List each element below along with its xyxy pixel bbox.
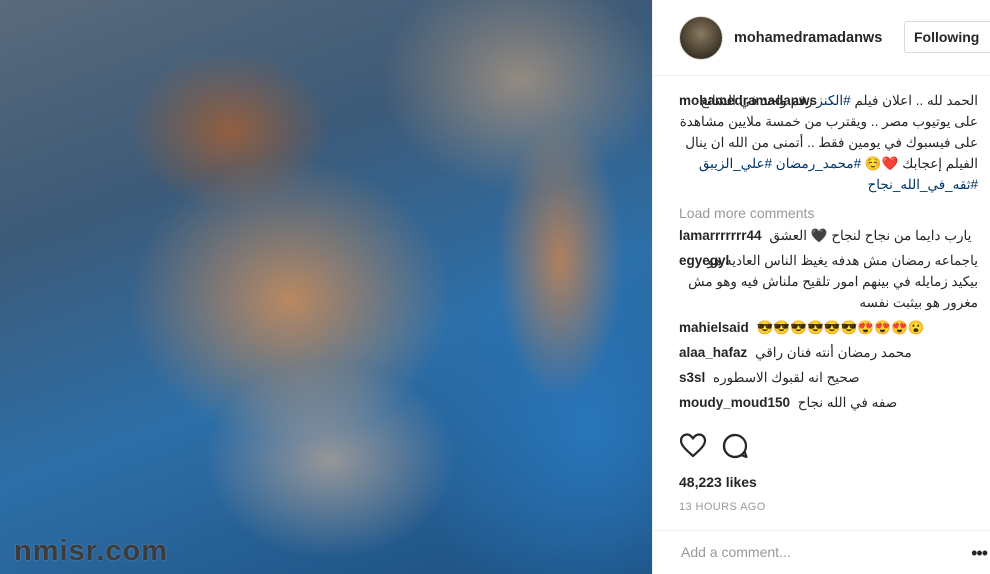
comment-item: s3sl صحيح انه لقبوك الاسطوره (679, 367, 978, 388)
post-view: nmisr.com mohamedramadanws Following moh… (0, 0, 990, 574)
caption: mohamedramadanws الحمد لله .. اعلان فيلم… (679, 90, 978, 195)
comment-author[interactable]: alaa_hafaz (679, 345, 747, 360)
like-button[interactable] (679, 432, 707, 465)
watermark-logo: nmisr.com (14, 535, 169, 567)
hashtag-link[interactable]: #ثقه_في_الله_نجاح (868, 177, 978, 192)
comment-author[interactable]: moudy_moud150 (679, 395, 790, 410)
avatar[interactable] (679, 15, 723, 60)
following-button[interactable]: Following (904, 21, 990, 53)
comment-author[interactable]: lamarrrrrrr44 (679, 228, 762, 243)
hashtag-link[interactable]: #محمد_رمضان (776, 156, 861, 171)
more-options-icon[interactable]: ••• (971, 543, 988, 564)
comment-text: 😮😍😍😍😎😎😎😎😎😎 (756, 320, 925, 335)
comment-text: صفه في الله نجاح (797, 395, 898, 410)
comment-item: moudy_moud150 صفه في الله نجاح (679, 392, 978, 413)
comment-text: محمد رمضان أنته فنان راقي (755, 345, 912, 360)
post-timestamp[interactable]: 13 HOURS AGO (679, 501, 766, 513)
post-sidebar: mohamedramadanws Following mohamedramada… (652, 0, 990, 574)
comment-button[interactable] (721, 432, 749, 465)
comment-item: mahielsaid 😮😍😍😍😎😎😎😎😎😎 (679, 317, 978, 338)
caption-text-1: الحمد لله .. اعلان فيلم (854, 93, 978, 108)
likes-count[interactable]: 48,223 likes (679, 474, 757, 490)
comment-author[interactable]: mahielsaid (679, 320, 749, 335)
comment-item: lamarrrrrrr44 يارب دايما من نجاح لنجاح 🖤… (679, 225, 978, 246)
comment-text: صحيح انه لقبوك الاسطوره (713, 370, 860, 385)
hashtag-link[interactable]: #علي_الزيبق (699, 156, 772, 171)
post-photo[interactable]: nmisr.com (0, 0, 652, 574)
username-link[interactable]: mohamedramadanws (734, 30, 882, 46)
heart-icon (679, 433, 707, 458)
comment-author[interactable]: s3sl (679, 370, 705, 385)
add-comment-bar: ••• (653, 530, 990, 574)
add-comment-input[interactable] (679, 543, 933, 561)
load-more-comments-link[interactable]: Load more comments (679, 205, 978, 221)
comment-item: alaa_hafaz محمد رمضان أنته فنان راقي (679, 342, 978, 363)
caption-body: الحمد لله .. اعلان فيلم #الكنز رقم واحد … (679, 90, 978, 195)
comment-item: egyegyl ياجماعه رمضان مش هدفه يغيظ الناس… (679, 250, 978, 313)
comments-section: mohamedramadanws الحمد لله .. اعلان فيلم… (653, 76, 990, 413)
post-actions (679, 432, 749, 465)
comment-text: ياجماعه رمضان مش هدفه يغيظ الناس العاديه… (688, 253, 978, 310)
speech-bubble-icon (722, 433, 748, 459)
comment-text: يارب دايما من نجاح لنجاح 🖤 العشق (769, 228, 972, 243)
post-header: mohamedramadanws Following (653, 0, 990, 76)
hashtag-link[interactable]: #الكنز (816, 93, 850, 108)
